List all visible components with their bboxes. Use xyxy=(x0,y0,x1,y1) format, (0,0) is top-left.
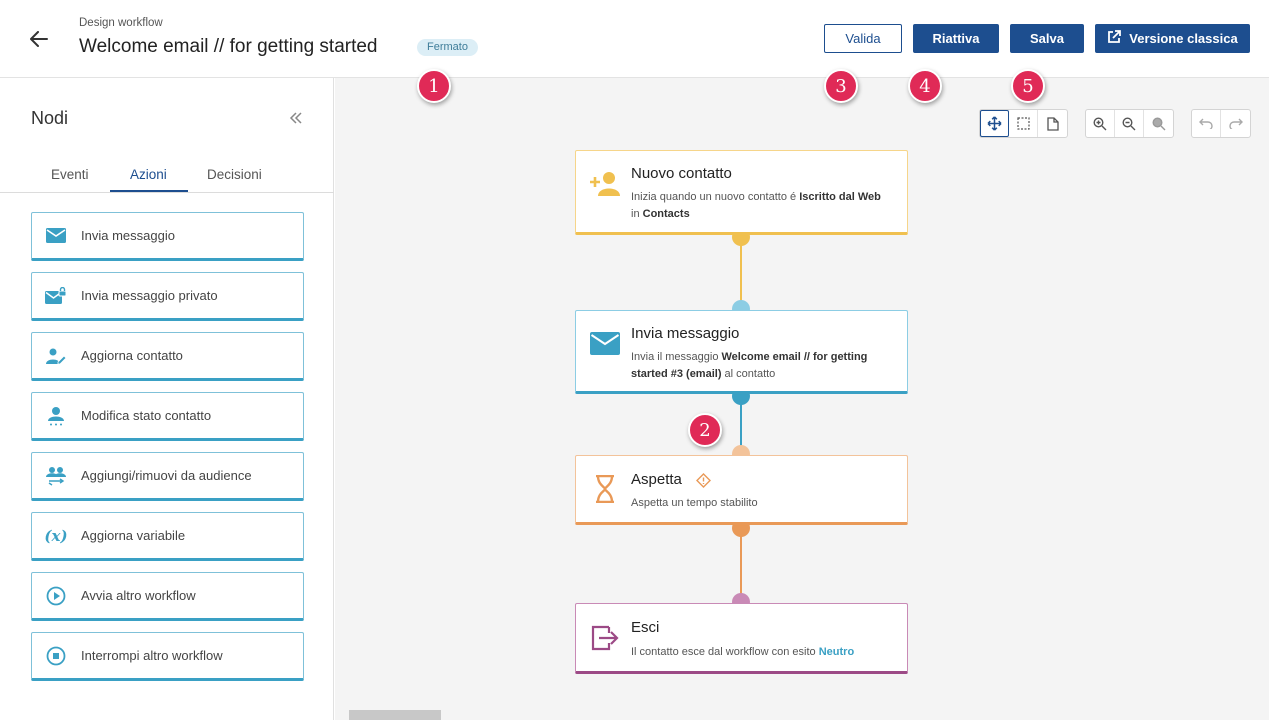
status-badge: Fermato xyxy=(417,39,478,56)
canvas-mode-toolbar xyxy=(979,109,1068,138)
node-title: Esci xyxy=(631,619,660,636)
variable-icon: (x) xyxy=(44,526,68,545)
header: Design workflow Welcome email // for get… xyxy=(0,0,1269,78)
save-button[interactable]: Salva xyxy=(1010,24,1084,53)
breadcrumb: Design workflow xyxy=(79,17,163,29)
tab-eventi[interactable]: Eventi xyxy=(51,167,89,182)
node-description: Inizia quando un nuovo contatto é Iscrit… xyxy=(631,191,881,220)
select-area-icon[interactable] xyxy=(1009,110,1038,137)
horizontal-scrollbar[interactable] xyxy=(349,710,441,720)
node-description: Invia il messaggio Welcome email // for … xyxy=(631,351,868,380)
validate-button-label: Valida xyxy=(845,31,881,46)
back-arrow-icon[interactable] xyxy=(26,26,52,52)
action-invia-messaggio[interactable]: Invia messaggio xyxy=(31,212,304,261)
external-link-icon xyxy=(1107,30,1122,47)
zoom-out-icon[interactable] xyxy=(1115,110,1144,137)
node-aspetta[interactable]: Aspetta Aspetta un tempo stabilito xyxy=(575,455,908,525)
action-avvia-workflow[interactable]: Avvia altro workflow xyxy=(31,572,304,621)
action-label: Aggiungi/rimuovi da audience xyxy=(81,468,252,483)
action-label: Invia messaggio privato xyxy=(81,288,218,303)
sidebar-tabs: Eventi Azioni Decisioni xyxy=(0,165,334,193)
envelope-icon xyxy=(589,327,621,359)
workflow-canvas[interactable]: Nuovo contatto Inizia quando un nuovo co… xyxy=(335,78,1269,720)
action-label: Aggiorna contatto xyxy=(81,348,183,363)
callout-3: 3 xyxy=(824,69,858,103)
move-icon[interactable] xyxy=(980,110,1009,137)
node-esci[interactable]: Esci Il contatto esce dal workflow con e… xyxy=(575,603,908,674)
action-aggiorna-variabile[interactable]: (x) Aggiorna variabile xyxy=(31,512,304,561)
collapse-sidebar-icon[interactable] xyxy=(286,109,306,127)
action-label: Invia messaggio xyxy=(81,228,175,243)
add-user-icon xyxy=(589,168,621,200)
node-description: Aspetta un tempo stabilito xyxy=(631,497,758,509)
page-icon[interactable] xyxy=(1038,110,1067,137)
action-interrompi-workflow[interactable]: Interrompi altro workflow xyxy=(31,632,304,681)
action-label: Interrompi altro workflow xyxy=(81,648,223,663)
classic-version-button[interactable]: Versione classica xyxy=(1095,24,1250,53)
node-invia-messaggio[interactable]: Invia messaggio Invia il messaggio Welco… xyxy=(575,310,908,394)
edge-3-4 xyxy=(740,528,742,600)
action-label: Modifica stato contatto xyxy=(81,408,212,423)
private-envelope-icon xyxy=(45,285,67,307)
action-aggiorna-contatto[interactable]: Aggiorna contatto xyxy=(31,332,304,381)
stop-circle-icon xyxy=(45,645,67,667)
undo-icon[interactable] xyxy=(1192,110,1221,137)
action-audience[interactable]: Aggiungi/rimuovi da audience xyxy=(31,452,304,501)
callout-4: 4 xyxy=(908,69,942,103)
play-circle-icon xyxy=(45,585,67,607)
node-title: Invia messaggio xyxy=(631,325,740,342)
callout-1: 1 xyxy=(417,69,451,103)
history-toolbar xyxy=(1191,109,1251,138)
callout-5: 5 xyxy=(1011,69,1045,103)
audience-icon xyxy=(45,465,67,487)
node-title: Aspetta xyxy=(631,471,682,488)
action-label: Aggiorna variabile xyxy=(81,528,186,543)
save-button-label: Salva xyxy=(1030,31,1064,46)
tab-azioni[interactable]: Azioni xyxy=(130,167,167,182)
action-modifica-stato-contatto[interactable]: Modifica stato contatto xyxy=(31,392,304,441)
tab-decisioni[interactable]: Decisioni xyxy=(207,167,262,182)
zoom-in-icon[interactable] xyxy=(1086,110,1115,137)
callout-2: 2 xyxy=(688,413,722,447)
redo-icon[interactable] xyxy=(1221,110,1250,137)
warning-diamond-icon xyxy=(696,473,711,493)
zoom-reset-icon[interactable] xyxy=(1144,110,1173,137)
validate-button[interactable]: Valida xyxy=(824,24,902,53)
zoom-toolbar xyxy=(1085,109,1174,138)
exit-icon xyxy=(589,622,621,654)
node-nuovo-contatto[interactable]: Nuovo contatto Inizia quando un nuovo co… xyxy=(575,150,908,235)
sidebar-title: Nodi xyxy=(31,108,69,128)
edge-1-2 xyxy=(740,238,742,304)
reactivate-button[interactable]: Riattiva xyxy=(913,24,999,53)
page-title: Welcome email // for getting started xyxy=(79,36,378,57)
edit-user-icon xyxy=(45,345,67,367)
active-tab-indicator xyxy=(110,190,188,192)
envelope-icon xyxy=(45,225,67,247)
node-title: Nuovo contatto xyxy=(631,165,732,182)
node-description: Il contatto esce dal workflow con esito … xyxy=(631,646,855,658)
outcome-link[interactable]: Neutro xyxy=(819,646,854,658)
action-label: Avvia altro workflow xyxy=(81,588,196,603)
user-status-icon xyxy=(45,405,67,427)
nodes-sidebar: Nodi Eventi Azioni Decisioni Invia messa… xyxy=(0,78,334,720)
action-invia-messaggio-privato[interactable]: Invia messaggio privato xyxy=(31,272,304,321)
reactivate-button-label: Riattiva xyxy=(932,31,980,46)
classic-version-button-label: Versione classica xyxy=(1129,31,1238,46)
hourglass-icon xyxy=(589,473,621,505)
